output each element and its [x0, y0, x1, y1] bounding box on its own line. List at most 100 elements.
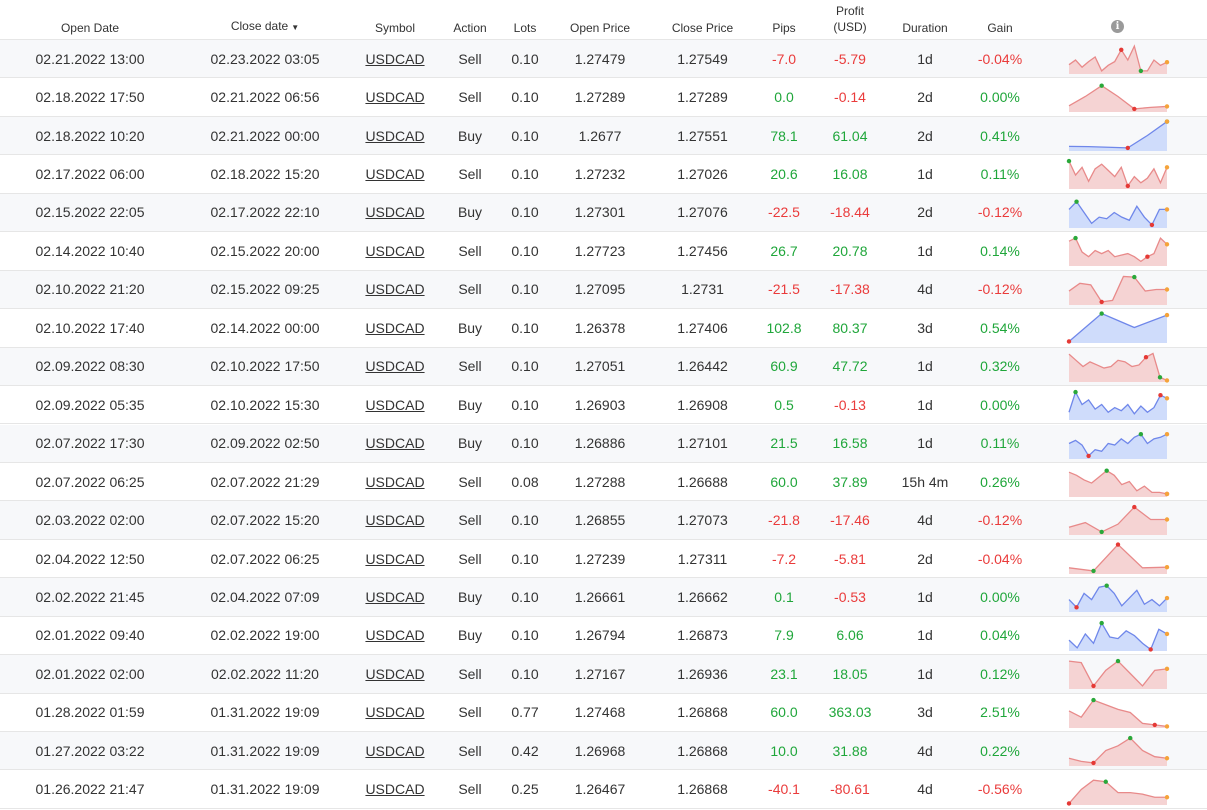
table-row[interactable]: 02.09.2022 05:35 02.10.2022 15:30 USDCAD Bu… [0, 386, 1207, 425]
cell-symbol[interactable]: USDCAD [355, 194, 435, 231]
table-row[interactable]: 02.07.2022 06:25 02.07.2022 21:29 USDCAD Se… [0, 463, 1207, 502]
header-lots[interactable]: Lots [505, 21, 545, 35]
cell-symbol[interactable]: USDCAD [355, 655, 435, 692]
cell-symbol[interactable]: USDCAD [355, 348, 435, 385]
table-row[interactable]: 02.14.2022 10:40 02.15.2022 20:00 USDCAD Se… [0, 232, 1207, 271]
cell-action: Sell [458, 166, 482, 183]
sparkline-max-dot [1157, 374, 1163, 380]
cell-symbol[interactable]: USDCAD [355, 694, 435, 731]
cell-pips: 21.5 [770, 435, 798, 452]
cell-symbol[interactable]: USDCAD [355, 40, 435, 77]
cell-symbol[interactable]: USDCAD [355, 732, 435, 769]
cell-lots: 0.10 [511, 319, 539, 336]
header-close-date[interactable]: Close date ▼ [200, 19, 330, 35]
cell-symbol[interactable]: USDCAD [355, 501, 435, 538]
table-row[interactable]: 02.18.2022 17:50 02.21.2022 06:56 USDCAD Se… [0, 78, 1207, 117]
cell-symbol[interactable]: USDCAD [355, 117, 435, 154]
table-row[interactable]: 02.02.2022 21:45 02.04.2022 07:09 USDCAD Bu… [0, 578, 1207, 617]
cell-close-date: 02.15.2022 20:00 [210, 242, 320, 259]
cell-open-date: 01.28.2022 01:59 [35, 704, 145, 721]
info-icon[interactable]: i [1111, 20, 1124, 33]
cell-symbol[interactable]: USDCAD [355, 386, 435, 423]
cell-gain: 0.14% [980, 242, 1020, 259]
sparkline-min-dot [1132, 505, 1137, 510]
header-action[interactable]: Action [440, 21, 500, 35]
table-row[interactable]: 02.01.2022 09:40 02.02.2022 19:00 USDCAD Bu… [0, 617, 1207, 656]
trade-sparkline [1068, 232, 1170, 269]
cell-symbol[interactable]: USDCAD [355, 463, 435, 500]
header-pips[interactable]: Pips [760, 21, 808, 35]
cell-symbol[interactable]: USDCAD [355, 78, 435, 115]
cell-pips: 60.0 [770, 473, 798, 490]
table-row[interactable]: 02.10.2022 21:20 02.15.2022 09:25 USDCAD Se… [0, 270, 1207, 310]
cell-symbol[interactable]: USDCAD [355, 578, 435, 615]
cell-symbol[interactable]: USDCAD [355, 617, 435, 654]
table-row[interactable]: 02.07.2022 17:30 02.09.2022 02:50 USDCAD Bu… [0, 424, 1207, 463]
header-gain[interactable]: Gain [975, 21, 1025, 35]
cell-lots: 0.10 [511, 50, 539, 67]
cell-symbol[interactable]: USDCAD [355, 271, 435, 308]
cell-duration: 2d [917, 550, 933, 567]
cell-gain: -0.12% [977, 512, 1023, 529]
cell-open-price: 1.27095 [574, 281, 626, 298]
sparkline-min-dot [1125, 184, 1130, 189]
table-row[interactable]: 02.10.2022 17:40 02.14.2022 00:00 USDCAD Bu… [0, 309, 1207, 348]
cell-profit: 20.78 [832, 242, 868, 259]
header-open-price[interactable]: Open Price [560, 21, 640, 35]
sparkline-end-dot [1164, 756, 1170, 761]
sparkline-max-dot [1115, 659, 1121, 664]
cell-action: Buy [457, 435, 483, 452]
cell-pips: -40.1 [768, 781, 800, 798]
cell-profit: 18.05 [832, 665, 868, 682]
table-row[interactable]: 02.04.2022 12:50 02.07.2022 06:25 USDCAD Se… [0, 540, 1207, 579]
cell-close-price: 1.26868 [677, 704, 728, 721]
table-row[interactable]: 01.27.2022 03:22 01.31.2022 19:09 USDCAD Se… [0, 732, 1207, 771]
cell-symbol[interactable]: USDCAD [355, 232, 435, 269]
header-duration[interactable]: Duration [895, 21, 955, 35]
trade-sparkline [1068, 463, 1170, 500]
cell-symbol[interactable]: USDCAD [355, 771, 435, 808]
cell-symbol[interactable]: USDCAD [355, 155, 435, 192]
table-row[interactable]: 02.18.2022 10:20 02.21.2022 00:00 USDCAD Bu… [0, 116, 1207, 156]
header-close-price[interactable]: Close Price [660, 21, 745, 35]
table-row[interactable]: 02.09.2022 08:30 02.10.2022 17:50 USDCAD Se… [0, 347, 1207, 386]
cell-profit: -17.38 [830, 281, 870, 298]
cell-lots: 0.10 [511, 166, 539, 183]
cell-gain: 0.11% [980, 166, 1020, 183]
table-row[interactable]: 02.01.2022 02:00 02.02.2022 11:20 USDCAD Se… [0, 655, 1207, 694]
cell-close-date: 02.07.2022 15:20 [210, 512, 320, 529]
header-symbol[interactable]: Symbol [355, 21, 435, 35]
cell-symbol[interactable]: USDCAD [355, 425, 435, 462]
cell-action: Sell [458, 665, 482, 682]
cell-symbol[interactable]: USDCAD [355, 309, 435, 346]
cell-pips: 26.7 [770, 242, 798, 259]
cell-pips: 78.1 [770, 127, 798, 144]
table-header: Open Date Close date ▼ Symbol Action Lots… [0, 0, 1207, 40]
cell-open-date: 02.10.2022 17:40 [35, 319, 145, 336]
cell-pips: -7.2 [771, 550, 797, 567]
cell-close-date: 02.07.2022 21:29 [210, 473, 320, 490]
cell-duration: 1d [917, 665, 933, 682]
cell-pips: 60.9 [770, 358, 798, 375]
cell-open-price: 1.27289 [574, 89, 626, 106]
cell-profit: 47.72 [832, 358, 868, 375]
cell-close-date: 02.21.2022 00:00 [210, 127, 320, 144]
cell-close-date: 02.09.2022 02:50 [210, 435, 320, 452]
table-row[interactable]: 02.21.2022 13:00 02.23.2022 03:05 USDCAD Se… [0, 40, 1207, 79]
table-row[interactable]: 02.17.2022 06:00 02.18.2022 15:20 USDCAD Se… [0, 155, 1207, 194]
header-profit-line1: Profit [835, 4, 864, 18]
table-row[interactable]: 02.03.2022 02:00 02.07.2022 15:20 USDCAD Se… [0, 501, 1207, 540]
cell-open-date: 02.09.2022 05:35 [35, 396, 145, 413]
sparkline-end-dot [1164, 119, 1170, 124]
cell-lots: 0.10 [511, 435, 539, 452]
header-open-date[interactable]: Open Date [40, 21, 140, 35]
table-row[interactable]: 01.28.2022 01:59 01.31.2022 19:09 USDCAD Se… [0, 694, 1207, 733]
cell-profit: -5.81 [834, 550, 866, 567]
cell-close-price: 1.26868 [677, 781, 728, 798]
cell-symbol[interactable]: USDCAD [355, 540, 435, 577]
sparkline-min-dot [1149, 222, 1155, 227]
trade-sparkline [1066, 155, 1170, 192]
header-profit[interactable]: Profit (USD) [820, 4, 880, 34]
table-row[interactable]: 02.15.2022 22:05 02.17.2022 22:10 USDCAD Bu… [0, 193, 1207, 233]
table-row[interactable]: 01.26.2022 21:47 01.31.2022 19:09 USDCAD Se… [0, 771, 1207, 809]
